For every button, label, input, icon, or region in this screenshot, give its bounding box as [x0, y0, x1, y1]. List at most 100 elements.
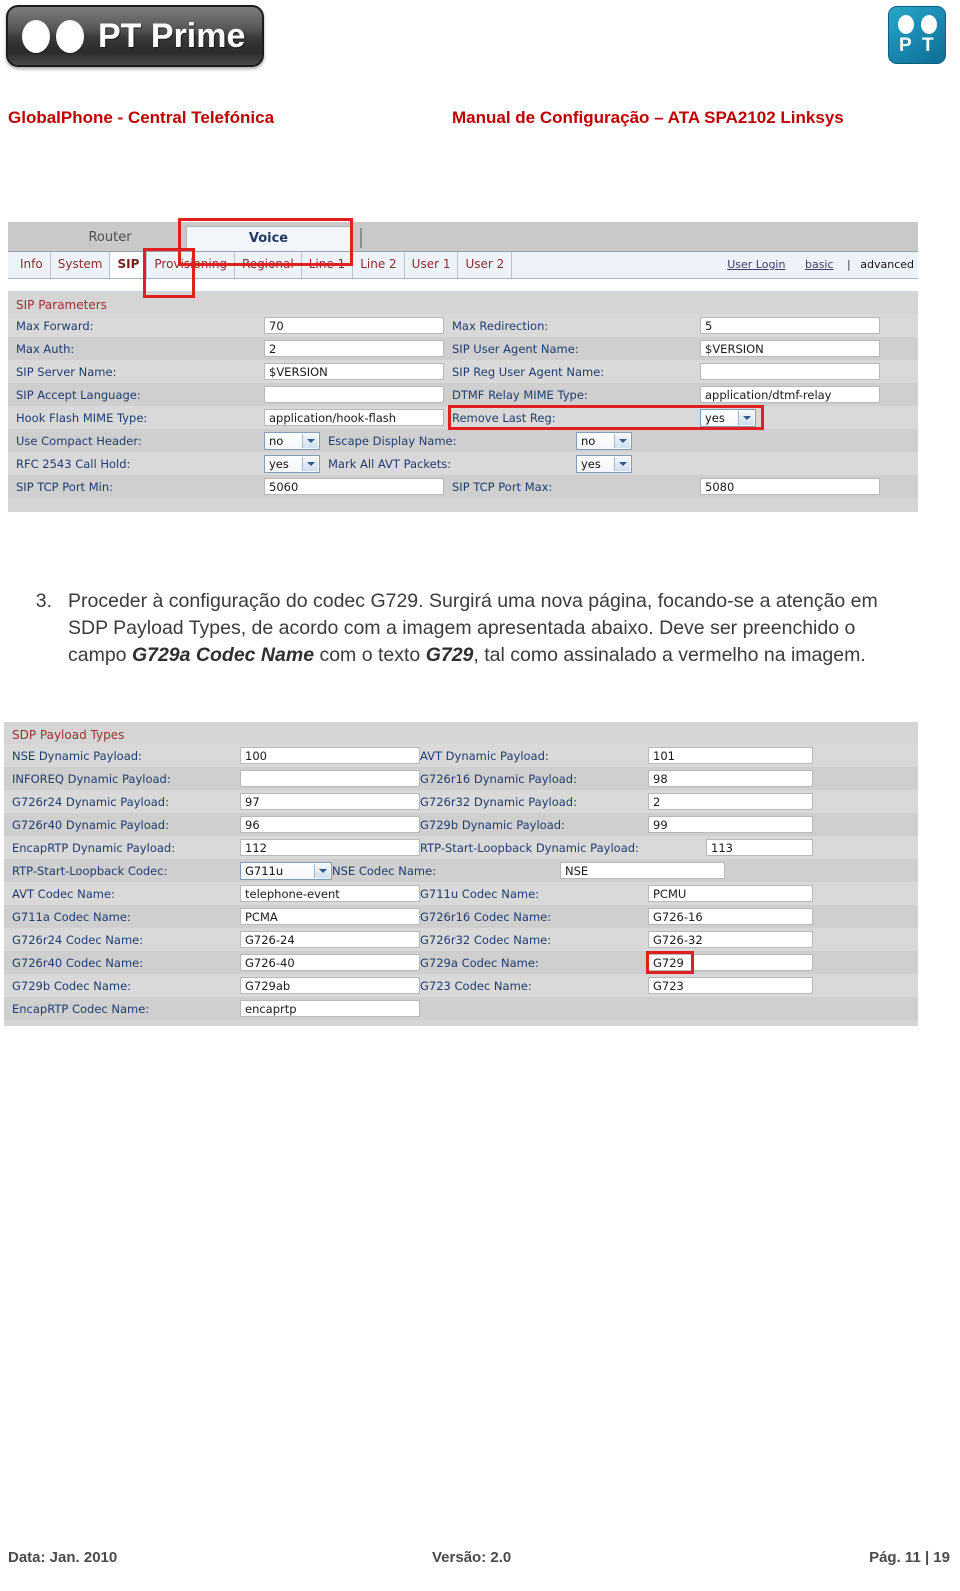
field-input[interactable]: $VERSION — [700, 340, 880, 357]
sdp-payload-types-screenshot: SDP Payload Types NSE Dynamic Payload: 10… — [4, 722, 918, 1026]
field-input[interactable]: NSE — [560, 862, 725, 879]
sip-parameters-screenshot: Router Voice Info System SIP Provisioning Re… — [8, 218, 918, 512]
pt-square-dot-right — [921, 15, 937, 34]
field-label: G726r40 Dynamic Payload: — [12, 817, 169, 832]
field-input[interactable]: 5060 — [264, 478, 444, 495]
sip-white-gap — [8, 279, 918, 292]
field-label: SIP Server Name: — [16, 364, 117, 379]
basic-view-link[interactable]: basic — [805, 258, 834, 271]
field-label: Escape Display Name: — [328, 433, 457, 448]
field-input[interactable]: application/hook-flash — [264, 409, 444, 426]
sdp-bottom-strip — [4, 1020, 918, 1026]
field-input[interactable]: 100 — [240, 747, 420, 764]
sip-header-links: User Login basic | advanced — [711, 252, 914, 278]
field-input[interactable]: G726-32 — [648, 931, 813, 948]
header-left-title: GlobalPhone - Central Telefónica — [8, 108, 275, 127]
field-input[interactable]: G726-40 — [240, 954, 420, 971]
footer-version: Versão: 2.0 — [432, 1549, 512, 1566]
field-label: SIP TCP Port Max: — [452, 479, 553, 494]
field-input[interactable]: application/dtmf-relay — [700, 386, 880, 403]
field-input[interactable]: no — [576, 431, 632, 450]
field-label: G726r24 Codec Name: — [12, 932, 144, 947]
sub-tab-user-1[interactable]: User 1 — [405, 252, 459, 278]
field-label: Max Forward: — [16, 318, 94, 333]
field-input[interactable]: G726-16 — [648, 908, 813, 925]
table-row: SIP Accept Language: DTMF Relay MIME Type… — [8, 383, 918, 406]
table-row: G726r24 Codec Name: G726-24 G726r32 Codec … — [4, 928, 918, 951]
field-label: G711a Codec Name: — [12, 909, 131, 924]
sub-tab-info[interactable]: Info — [8, 252, 51, 278]
sip-sub-tab-bar: Info System SIP Provisioning Regional Line 1L… — [8, 252, 918, 279]
field-label: SIP User Agent Name: — [452, 341, 579, 356]
field-label: G726r16 Codec Name: — [420, 909, 552, 924]
field-input[interactable]: 113 — [706, 839, 813, 856]
instruction-part-2: com o texto — [314, 644, 426, 666]
field-input[interactable]: yes — [700, 408, 756, 427]
field-input[interactable]: 2 — [648, 793, 813, 810]
field-input-value: no — [581, 433, 596, 448]
sub-tab-user-2[interactable]: User 2 — [458, 252, 513, 278]
field-input[interactable] — [264, 386, 444, 403]
sub-tab-line-1[interactable]: Line 1 — [302, 252, 354, 278]
table-row: RTP-Start-Loopback Codec: G711u NSE Codec … — [4, 859, 918, 882]
top-tab-voice[interactable]: Voice — [186, 226, 351, 251]
field-input[interactable]: yes — [576, 454, 632, 473]
field-label: Remove Last Reg: — [452, 410, 556, 425]
field-label: NSE Codec Name: — [332, 863, 437, 878]
field-input[interactable] — [240, 770, 420, 787]
sub-tab-system[interactable]: System — [51, 252, 111, 278]
field-input[interactable]: 70 — [264, 317, 444, 334]
table-row: Hook Flash MIME Type: application/hook-fl… — [8, 406, 918, 429]
field-input[interactable]: 5 — [700, 317, 880, 334]
field-input[interactable]: no — [264, 431, 320, 450]
sub-tab-regional[interactable]: Regional — [235, 252, 302, 278]
field-input[interactable]: $VERSION — [264, 363, 444, 380]
field-input[interactable]: G711u — [240, 861, 332, 880]
sip-rows-container: Max Forward: 70 Max Redirection: 5 Max Auth:… — [8, 314, 918, 498]
field-label: AVT Codec Name: — [12, 886, 115, 901]
table-row: Max Forward: 70 Max Redirection: 5 — [8, 314, 918, 337]
field-input[interactable]: G723 — [648, 977, 813, 994]
field-input[interactable]: yes — [264, 454, 320, 473]
field-input[interactable]: 98 — [648, 770, 813, 787]
field-label: EncapRTP Codec Name: — [12, 1001, 150, 1016]
sub-tab-provisioning[interactable]: Provisioning — [147, 252, 235, 278]
field-input[interactable]: 101 — [648, 747, 813, 764]
chevron-down-icon — [614, 456, 630, 471]
page-footer: Data: Jan. 2010 Versão: 2.0 Pág. 11 | 19 — [0, 1549, 960, 1573]
sub-tab-line-2[interactable]: Line 2 — [353, 252, 405, 278]
field-input[interactable]: G729 — [648, 954, 813, 971]
field-input[interactable]: 99 — [648, 816, 813, 833]
field-input[interactable]: 112 — [240, 839, 420, 856]
field-input[interactable]: G726-24 — [240, 931, 420, 948]
field-input[interactable]: PCMA — [240, 908, 420, 925]
field-input[interactable]: 2 — [264, 340, 444, 357]
field-input[interactable]: 96 — [240, 816, 420, 833]
advanced-view-link[interactable]: advanced — [860, 258, 914, 271]
sip-section-title: SIP Parameters — [16, 298, 107, 312]
field-input-value: yes — [269, 456, 289, 471]
field-input[interactable]: 5080 — [700, 478, 880, 495]
field-label: SIP Reg User Agent Name: — [452, 364, 605, 379]
top-tab-router[interactable]: Router — [64, 226, 156, 251]
logo-dot-right — [56, 19, 84, 53]
chevron-down-icon — [302, 456, 318, 471]
header-right-title: Manual de Configuração – ATA SPA2102 Lin… — [452, 108, 844, 127]
field-label: G729b Dynamic Payload: — [420, 817, 565, 832]
field-label: Use Compact Header: — [16, 433, 142, 448]
user-login-link[interactable]: User Login — [727, 258, 785, 271]
chevron-down-icon — [614, 433, 630, 448]
field-input[interactable]: encaprtp — [240, 1000, 420, 1017]
field-input[interactable] — [700, 363, 880, 380]
footer-date: Data: Jan. 2010 — [8, 1549, 118, 1566]
field-input[interactable]: 97 — [240, 793, 420, 810]
table-row: EncapRTP Codec Name: encaprtp — [4, 997, 918, 1020]
field-label: G726r24 Dynamic Payload: — [12, 794, 169, 809]
field-input[interactable]: telephone-event — [240, 885, 420, 902]
field-input[interactable]: PCMU — [648, 885, 813, 902]
field-input[interactable]: G729ab — [240, 977, 420, 994]
field-label: G729b Codec Name: — [12, 978, 132, 993]
table-row: Use Compact Header: no Escape Display Name… — [8, 429, 918, 452]
field-label: G723 Codec Name: — [420, 978, 532, 993]
sub-tab-sip[interactable]: SIP — [110, 252, 148, 278]
